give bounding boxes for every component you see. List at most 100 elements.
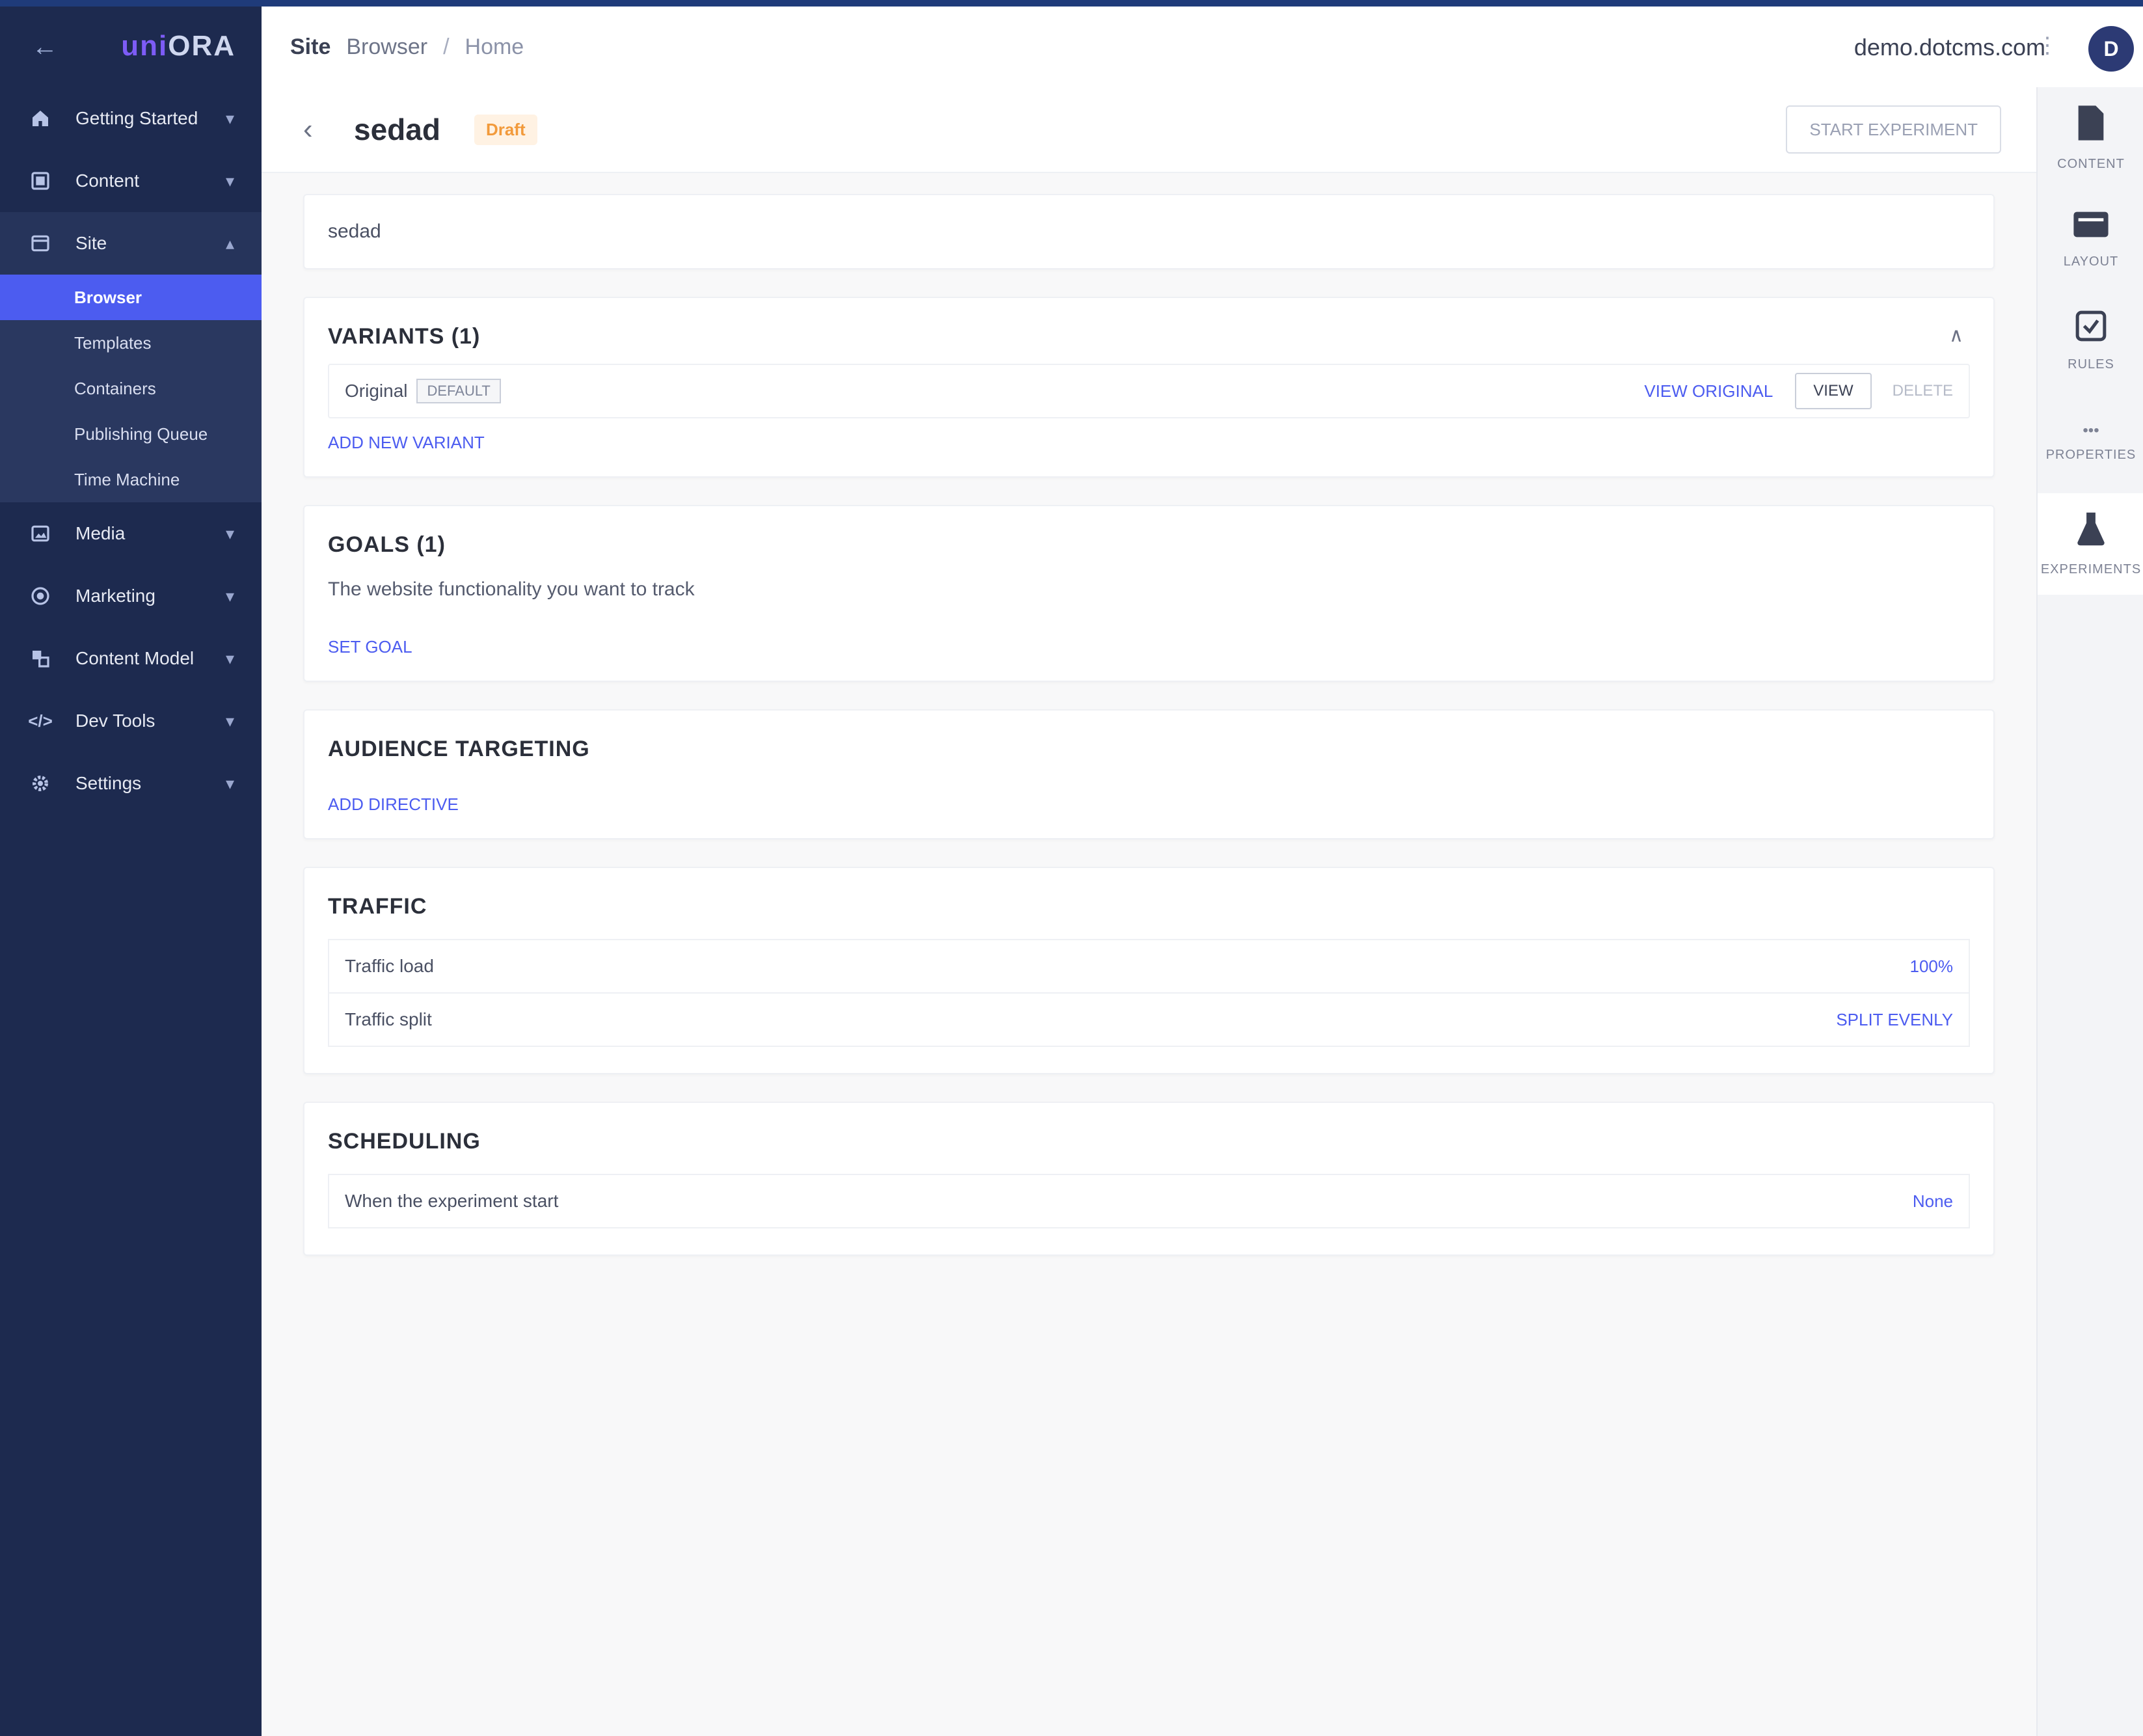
rail-label: LAYOUT	[2063, 254, 2119, 269]
rail-label: EXPERIMENTS	[2040, 562, 2142, 576]
rail-label: PROPERTIES	[2045, 447, 2136, 462]
goals-description: The website functionality you want to tr…	[328, 578, 695, 600]
page-title-bar: ‹ sedad Draft START EXPERIMENT	[262, 87, 2036, 173]
variants-card: VARIANTS (1) ∧ Original DEFAULT VIEW ORI…	[303, 297, 1995, 478]
variant-name: Original	[345, 381, 408, 401]
goals-heading: GOALS (1)	[328, 532, 446, 557]
row-label: Traffic load	[345, 956, 434, 976]
row-label: When the experiment start	[345, 1191, 559, 1211]
experiments-icon	[2076, 511, 2106, 553]
subnav-item-time-machine[interactable]: Time Machine	[0, 457, 262, 502]
back-arrow-icon[interactable]: ‹	[303, 113, 336, 146]
row-label: Traffic split	[345, 1009, 432, 1029]
document-icon	[2074, 104, 2108, 148]
media-icon	[27, 521, 53, 547]
chevron-down-icon: ▾	[225, 586, 234, 606]
goals-card: GOALS (1) The website functionality you …	[303, 505, 1995, 682]
sidebar-item-label: Marketing	[75, 586, 155, 606]
collapse-sidebar-icon[interactable]: ←	[27, 29, 62, 64]
marketing-icon	[27, 583, 53, 609]
chevron-down-icon: ▾	[225, 773, 234, 793]
subnav-item-templates[interactable]: Templates	[0, 320, 262, 366]
collapse-icon[interactable]: ∧	[1949, 324, 1963, 347]
variant-row-original: Original DEFAULT VIEW ORIGINAL VIEW DELE…	[328, 364, 1970, 418]
sidebar-item-settings[interactable]: Settings ▾	[0, 752, 262, 815]
rail-label: RULES	[2068, 357, 2114, 372]
more-options-icon[interactable]: ⋮	[2036, 33, 2058, 59]
sidebar-item-dev-tools[interactable]: </> Dev Tools ▾	[0, 690, 262, 752]
scheduling-link[interactable]: None	[1913, 1191, 1953, 1212]
sidebar-item-content-model[interactable]: Content Model ▾	[0, 627, 262, 690]
delete-variant-button[interactable]: DELETE	[1893, 382, 1953, 400]
chevron-down-icon: ▾	[225, 711, 234, 731]
dev-tools-icon: </>	[28, 711, 53, 731]
sidebar-item-label: Site	[75, 233, 107, 253]
status-badge: Draft	[474, 114, 537, 145]
subnav-item-browser[interactable]: Browser	[0, 275, 262, 320]
traffic-card: TRAFFIC Traffic load 100% Traffic split …	[303, 867, 1995, 1074]
traffic-split-link[interactable]: SPLIT EVENLY	[1836, 1010, 1953, 1030]
page-title: sedad	[354, 113, 440, 146]
top-accent-bar	[0, 0, 2143, 7]
chevron-down-icon: ▾	[225, 523, 234, 543]
view-variant-button[interactable]: VIEW	[1795, 373, 1872, 409]
sidebar: ← uniORA Getting Started ▾ Content ▾ Sit…	[0, 7, 262, 1736]
sidebar-item-label: Content Model	[75, 648, 195, 668]
site-subnav: Browser Templates Containers Publishing …	[0, 275, 262, 502]
chevron-down-icon: ▾	[225, 170, 234, 191]
rail-item-properties[interactable]: ••• PROPERTIES	[2038, 392, 2143, 493]
properties-icon: •••	[2082, 421, 2099, 439]
sidebar-item-label: Content	[75, 170, 140, 191]
home-icon	[27, 105, 53, 131]
add-variant-link[interactable]: ADD NEW VARIANT	[328, 433, 485, 452]
breadcrumb: Site Browser / Home	[290, 34, 524, 60]
scheduling-heading: SCHEDULING	[328, 1129, 481, 1154]
right-rail: CONTENT LAYOUT RULES ••• PROPERTIES EXPE…	[2036, 87, 2143, 1736]
view-original-link[interactable]: VIEW ORIGINAL	[1644, 381, 1773, 401]
site-selector[interactable]: demo.dotcms.com	[1854, 34, 2045, 61]
rail-label: CONTENT	[2057, 157, 2125, 171]
rail-item-rules[interactable]: RULES	[2038, 290, 2143, 392]
scheduling-row: When the experiment start None	[328, 1174, 1970, 1228]
subnav-item-publishing-queue[interactable]: Publishing Queue	[0, 411, 262, 457]
traffic-heading: TRAFFIC	[328, 894, 427, 919]
rail-item-experiments[interactable]: EXPERIMENTS	[2038, 493, 2143, 595]
avatar[interactable]: D	[2088, 26, 2134, 72]
chevron-down-icon: ▾	[225, 108, 234, 128]
sidebar-item-label: Settings	[75, 773, 142, 793]
sidebar-item-marketing[interactable]: Marketing ▾	[0, 565, 262, 627]
breadcrumb-separator: /	[443, 34, 450, 59]
experiment-name[interactable]: sedad	[328, 221, 381, 243]
rules-icon	[2075, 310, 2107, 348]
add-directive-link[interactable]: ADD DIRECTIVE	[328, 794, 459, 814]
layout-icon	[2072, 210, 2110, 245]
audience-heading: AUDIENCE TARGETING	[328, 737, 590, 761]
breadcrumb-section[interactable]: Browser	[346, 34, 427, 60]
traffic-split-row: Traffic split SPLIT EVENLY	[328, 994, 1970, 1047]
rail-item-layout[interactable]: LAYOUT	[2038, 189, 2143, 290]
start-experiment-button[interactable]: START EXPERIMENT	[1786, 105, 2001, 154]
subnav-item-containers[interactable]: Containers	[0, 366, 262, 411]
experiment-name-card: sedad	[303, 194, 1995, 269]
sidebar-item-site[interactable]: Site ▴ Browser Templates Containers Publ…	[0, 212, 262, 502]
breadcrumb-current: Home	[465, 34, 524, 59]
sidebar-item-label: Media	[75, 523, 126, 543]
sidebar-nav: Getting Started ▾ Content ▾ Site ▴ Brows…	[0, 87, 262, 815]
experiment-editor: sedad VARIANTS (1) ∧ Original DEFAULT VI…	[303, 194, 1995, 1283]
sidebar-item-media[interactable]: Media ▾	[0, 502, 262, 565]
sidebar-header: ← uniORA	[0, 7, 262, 87]
audience-card: AUDIENCE TARGETING ADD DIRECTIVE	[303, 709, 1995, 839]
chevron-up-icon: ▴	[225, 233, 234, 253]
gear-icon	[27, 770, 53, 796]
traffic-load-link[interactable]: 100%	[1910, 956, 1954, 977]
content-model-icon	[27, 645, 53, 671]
traffic-load-row: Traffic load 100%	[328, 939, 1970, 994]
set-goal-link[interactable]: SET GOAL	[328, 637, 412, 657]
breadcrumb-root[interactable]: Site	[290, 34, 330, 60]
chevron-down-icon: ▾	[225, 648, 234, 668]
sidebar-item-content[interactable]: Content ▾	[0, 150, 262, 212]
content-icon	[27, 168, 53, 194]
default-tag: DEFAULT	[416, 379, 501, 403]
sidebar-item-getting-started[interactable]: Getting Started ▾	[0, 87, 262, 150]
rail-item-content[interactable]: CONTENT	[2038, 87, 2143, 189]
